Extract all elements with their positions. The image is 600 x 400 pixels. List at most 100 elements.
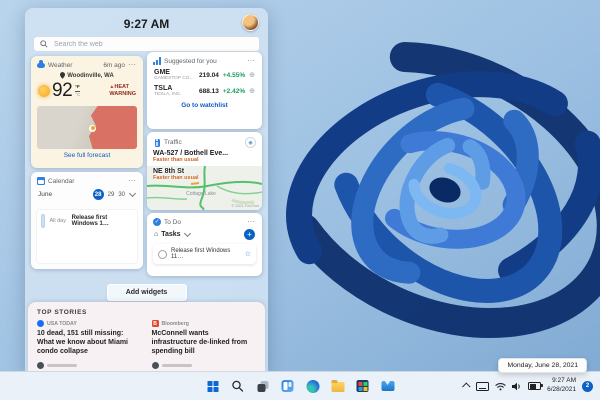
task-view-button[interactable] [255, 378, 271, 394]
star-icon[interactable]: ☆ [245, 250, 251, 258]
todo-widget[interactable]: ✓ To Do ⋯ ⌂ Tasks + Release first Window… [147, 213, 262, 276]
news-story[interactable]: B Bloomberg McConnell wants infrastructu… [151, 320, 257, 356]
file-explorer-button[interactable] [330, 378, 346, 394]
event-accent-bar [41, 214, 46, 228]
widgets-panel: 9:27 AM Weather 6m ago ⋯ Woodinvil [25, 8, 268, 372]
location-pin-icon [60, 72, 66, 79]
temperature-value: 92 [52, 80, 73, 101]
news-story[interactable]: USA TODAY 10 dead, 151 still missing: Wh… [37, 320, 142, 356]
wifi-icon[interactable] [495, 382, 506, 391]
weather-menu-icon[interactable]: ⋯ [128, 61, 137, 69]
date-tooltip: Monday, June 28, 2021 [498, 358, 587, 373]
calendar-menu-icon[interactable]: ⋯ [128, 177, 137, 185]
taskbar: 9:27 AM 6/28/2021 2 [0, 371, 600, 400]
see-full-forecast-link[interactable]: See full forecast [31, 149, 143, 159]
top-stories-section: TOP STORIES USA TODAY 10 dead, 151 still… [28, 302, 265, 372]
clock-time: 9:27 AM [552, 377, 576, 385]
microsoft-store-button[interactable] [355, 378, 371, 394]
event-title: Release first Windows 1… [71, 215, 109, 227]
add-to-watchlist-icon[interactable]: ⊕ [249, 87, 255, 95]
taskbar-clock[interactable]: 9:27 AM 6/28/2021 [547, 377, 576, 395]
story-headline: McConnell wants infrastructure de-linked… [151, 330, 248, 356]
traffic-route-name: WA-527 / Bothell Eve... [153, 150, 229, 157]
battery-icon[interactable] [528, 382, 543, 390]
stock-price: 219.04 [199, 71, 219, 79]
folder-icon [331, 380, 344, 392]
calendar-month: June [38, 191, 53, 198]
traffic-route-status: Faster than usual [153, 175, 199, 181]
todo-title: To Do [164, 218, 181, 226]
traffic-locate-icon[interactable]: ◉ [245, 137, 256, 148]
notification-count-badge[interactable]: 2 [582, 380, 593, 392]
mail-envelope-icon [381, 381, 394, 391]
unit-toggle[interactable]: °F °C [75, 84, 81, 98]
weather-location: Woodinville, WA [67, 72, 114, 79]
search-input[interactable] [52, 39, 253, 49]
touch-keyboard-icon[interactable] [476, 381, 490, 391]
task-view-icon [257, 380, 268, 392]
add-widgets-button[interactable]: Add widgets [106, 284, 187, 301]
traffic-route-status: Faster than usual [153, 157, 199, 163]
calendar-day[interactable]: 29 [108, 192, 115, 198]
calendar-title: Calendar [48, 177, 75, 185]
calendar-day[interactable]: 30 [118, 192, 125, 198]
web-search-bar[interactable] [33, 36, 260, 52]
stock-change: +4.55% [222, 71, 246, 79]
weather-map[interactable] [37, 106, 137, 149]
go-to-watchlist-link[interactable]: Go to watchlist [147, 99, 262, 109]
bloomberg-logo: B [151, 320, 159, 327]
traffic-map[interactable]: NE 8th St Faster than usual Cottage Lake… [147, 165, 262, 210]
store-icon [356, 380, 369, 392]
partial-story-row [28, 356, 265, 370]
edge-button[interactable] [305, 378, 321, 394]
task-title: Release first Windows 11… [171, 248, 231, 260]
todo-list-name[interactable]: Tasks [161, 231, 180, 238]
news-source-logo [151, 362, 159, 370]
stock-symbol: GME [154, 69, 170, 76]
calendar-event-list: All day Release first Windows 1… [36, 209, 138, 264]
stock-symbol: TSLA [154, 85, 173, 92]
volume-icon[interactable] [512, 382, 522, 391]
user-avatar[interactable] [242, 14, 259, 31]
chevron-down-icon[interactable] [183, 229, 191, 238]
map-place-label: Cottage Lake [186, 190, 216, 197]
traffic-light-icon [153, 138, 161, 147]
calendar-widget[interactable]: Calendar ⋯ June 28 29 30 All day Release… [31, 172, 143, 269]
windows-logo-icon [207, 380, 218, 392]
task-checkbox[interactable] [158, 249, 167, 259]
chevron-down-icon[interactable] [128, 189, 137, 198]
start-button[interactable] [205, 378, 221, 394]
add-task-button[interactable]: + [244, 229, 255, 240]
news-source-logo [37, 362, 44, 370]
stocks-menu-icon[interactable]: ⋯ [247, 57, 256, 65]
taskbar-search-button[interactable] [230, 378, 246, 394]
todo-task-row[interactable]: Release first Windows 11… ☆ [153, 244, 256, 264]
todo-menu-icon[interactable]: ⋯ [247, 218, 256, 226]
clock-date: 6/28/2021 [547, 386, 576, 393]
add-to-watchlist-icon[interactable]: ⊕ [249, 71, 255, 79]
news-story[interactable] [37, 362, 142, 370]
stock-change: +2.42% [222, 87, 246, 95]
stock-company: GAMESTOP CO... [154, 76, 194, 81]
weather-map-marker [89, 124, 96, 132]
heat-advisory-region [89, 106, 137, 149]
stock-row[interactable]: GME GAMESTOP CO... 219.04 +4.55% ⊕ [147, 67, 262, 83]
map-attribution: © 2021 TomTom [231, 204, 259, 208]
traffic-widget[interactable]: Traffic ◉ WA-527 / Bothell Eve... Faster… [147, 132, 262, 210]
mail-button[interactable] [380, 378, 396, 394]
news-story[interactable] [151, 362, 257, 370]
sun-icon [38, 85, 50, 97]
top-stories-heading: TOP STORIES [37, 309, 87, 316]
search-icon [40, 40, 48, 48]
heat-warning-badge: ▲HEAT WARNING [109, 84, 136, 97]
calendar-event[interactable]: All day Release first Windows 1… [36, 209, 138, 233]
stock-price: 688.13 [199, 87, 219, 95]
calendar-day-selected[interactable]: 28 [92, 189, 104, 200]
stock-row[interactable]: TSLA TESLA, INC. 688.13 +2.42% ⊕ [147, 83, 262, 99]
widgets-button[interactable] [280, 378, 296, 394]
stocks-widget[interactable]: Suggested for you ⋯ GME GAMESTOP CO... 2… [147, 52, 262, 129]
desktop-screen: 9:27 AM Weather 6m ago ⋯ Woodinvil [0, 0, 600, 400]
weather-widget[interactable]: Weather 6m ago ⋯ Woodinville, WA 92 °F °… [31, 56, 143, 168]
tray-overflow-chevron-icon[interactable] [462, 382, 471, 391]
story-source: USA TODAY [47, 320, 77, 327]
